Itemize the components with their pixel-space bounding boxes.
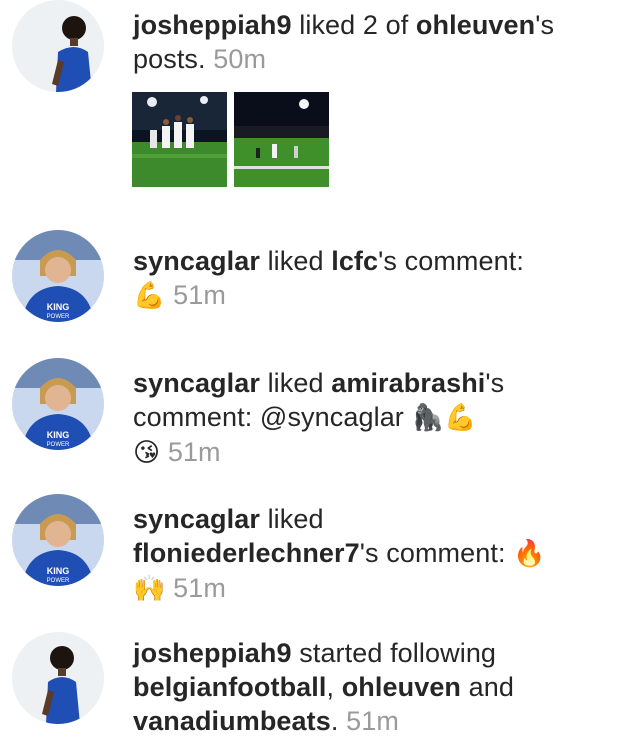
target-username-link[interactable]: vanadiumbeats (133, 706, 331, 736)
user-avatar[interactable]: KING POWER (12, 230, 104, 322)
timestamp: 51m (173, 280, 226, 310)
comment-text: comment: @syncaglar (133, 402, 412, 432)
fire-icon: 🔥 (513, 539, 546, 569)
username-link[interactable]: syncaglar (133, 368, 260, 398)
action-text: started following (291, 638, 497, 668)
username-link[interactable]: josheppiah9 (133, 10, 292, 40)
action-text: liked (259, 368, 332, 398)
timestamp: 51m (173, 573, 226, 603)
notification-text: josheppiah9 liked 2 of ohleuven's posts.… (133, 8, 620, 76)
user-avatar[interactable]: KING POWER (12, 358, 104, 450)
face-blowing-kiss-icon: 😘 (133, 438, 161, 468)
conjunction-text: and (461, 672, 514, 702)
notification-item[interactable]: KING POWER syncaglar liked lcfc's commen… (0, 230, 632, 330)
suffix-text: . (330, 706, 339, 736)
target-username-link[interactable]: lcfc (331, 246, 378, 276)
svg-text:KING: KING (47, 566, 70, 576)
gorilla-icon: 🦍 (411, 403, 444, 433)
user-avatar[interactable] (12, 0, 104, 92)
target-username-link[interactable]: amirabrashi (331, 368, 485, 398)
flexed-biceps-icon: 💪 (443, 403, 477, 433)
post-thumbnail-2[interactable] (234, 92, 329, 187)
notification-item[interactable]: josheppiah9 liked 2 of ohleuven's posts.… (0, 0, 632, 200)
notification-text: syncaglar liked floniederlechner7's comm… (133, 502, 620, 606)
flexed-biceps-icon: 💪 (133, 281, 166, 311)
svg-text:POWER: POWER (47, 314, 70, 320)
notification-text: josheppiah9 started following belgianfoo… (133, 636, 620, 738)
avatar-image: KING POWER (12, 494, 104, 586)
action-text: liked 2 of (291, 10, 416, 40)
post-thumbnail-team-celebration-icon (132, 92, 227, 187)
notification-text: syncaglar liked lcfc's comment: 💪 51m (133, 244, 620, 313)
separator-text: , (326, 672, 342, 702)
user-avatar[interactable]: KING POWER (12, 494, 104, 586)
avatar-image (12, 632, 104, 724)
username-link[interactable]: josheppiah9 (133, 638, 292, 668)
notification-text: syncaglar liked amirabrashi's comment: @… (133, 366, 620, 470)
notification-item[interactable]: josheppiah9 started following belgianfoo… (0, 632, 632, 750)
action-text: liked (259, 504, 324, 534)
avatar-image: KING POWER (12, 230, 104, 322)
user-avatar[interactable] (12, 632, 104, 724)
notification-item[interactable]: KING POWER syncaglar liked amirabrashi's… (0, 358, 632, 468)
suffix-text: 's comment: (378, 246, 524, 276)
post-thumbnail-1[interactable] (132, 92, 227, 187)
svg-text:KING: KING (47, 430, 70, 440)
target-username-link[interactable]: ohleuven (342, 672, 461, 702)
target-username-link[interactable]: belgianfootball (133, 672, 327, 702)
svg-text:POWER: POWER (47, 442, 70, 448)
notification-item[interactable]: KING POWER syncaglar liked floniederlech… (0, 494, 632, 604)
timestamp: 51m (167, 437, 221, 467)
avatar-image (12, 0, 104, 92)
raising-hands-icon: 🙌 (133, 574, 166, 604)
target-username-link[interactable]: floniederlechner7 (133, 538, 360, 568)
avatar-image: KING POWER (12, 358, 104, 450)
suffix-text: 's (485, 368, 505, 398)
svg-text:KING: KING (47, 302, 70, 312)
timestamp: 51m (346, 706, 399, 736)
action-text: liked (259, 246, 332, 276)
username-link[interactable]: syncaglar (133, 246, 260, 276)
username-link[interactable]: syncaglar (133, 504, 260, 534)
suffix-text: 's comment: (359, 538, 514, 568)
timestamp: 50m (213, 44, 267, 74)
svg-text:POWER: POWER (47, 578, 70, 584)
post-thumbnail-stadium-night-icon (234, 92, 329, 187)
target-username-link[interactable]: ohleuven (416, 10, 535, 40)
